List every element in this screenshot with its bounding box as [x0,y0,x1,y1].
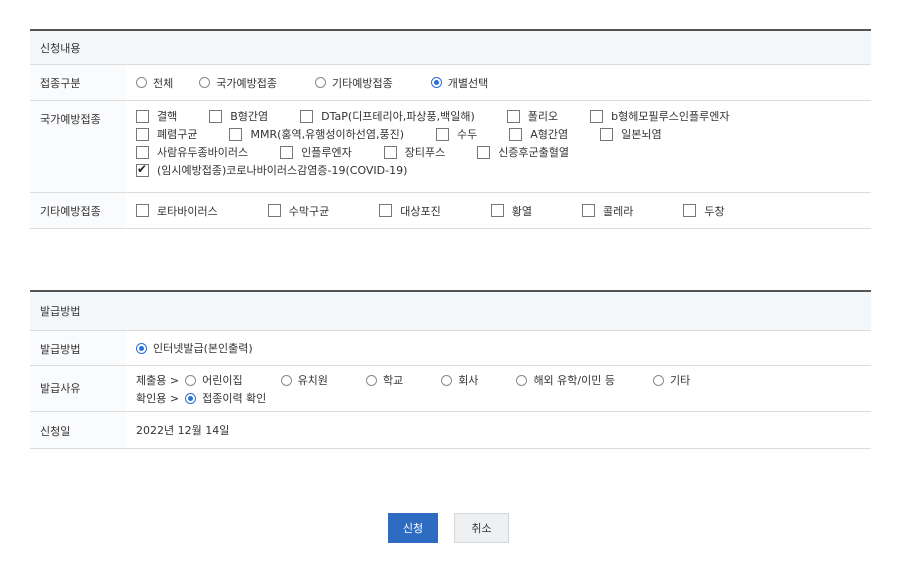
checkbox-item[interactable]: 폐렴구균 [136,126,197,142]
checkbox-item-covid19[interactable]: (임시예방접종)코로나바이러스감염증-19(COVID-19) [136,162,407,178]
vaccine-type-row: 접종구분 전체 국가예방접종 기타예방접종 개별선택 [30,65,871,101]
section-title: 발급방법 [30,292,871,331]
checkbox-item[interactable]: b형헤모필루스인플루엔자 [590,108,729,124]
radio-icon[interactable] [365,374,377,386]
radio-reason[interactable]: 해외 유학/이민 등 [516,372,615,388]
checkbox-item[interactable]: 일본뇌염 [600,126,662,142]
radio-icon[interactable] [199,77,211,88]
checkbox-item[interactable]: 폴리오 [506,108,558,124]
checkbox-item[interactable]: 인플루엔자 [280,144,352,160]
radio-national[interactable]: 국가예방접종 [199,75,277,91]
application-section: 신청내용 접종구분 전체 국가예방접종 기타예방접종 개별선택 국가예방접종 결… [30,29,871,229]
checkbox-icon[interactable] [229,127,243,141]
section-title: 신청내용 [30,31,871,65]
checkbox-icon[interactable] [490,204,504,217]
checkbox-icon[interactable] [506,109,520,123]
checkbox-item[interactable]: DTaP(디프테리아,파상풍,백일해) [300,108,475,124]
checkbox-icon[interactable] [136,127,149,141]
checkbox-icon[interactable] [600,127,614,141]
checkbox-item[interactable]: 두창 [683,203,725,219]
checkbox-icon[interactable] [136,109,149,123]
checkbox-icon[interactable] [436,127,450,141]
radio-reason[interactable]: 회사 [441,372,478,388]
national-vaccine-row: 국가예방접종 결핵 B형간염 DTaP(디프테리아,파상풍,백일해) 폴리오 b… [30,101,871,193]
checkbox-icon[interactable] [280,145,294,159]
checkbox-icon[interactable] [509,127,523,141]
checkbox-item[interactable]: 콜레라 [581,203,633,219]
radio-reason[interactable]: 기타 [652,372,690,388]
checkbox-item[interactable]: 대상포진 [379,203,441,219]
radio-icon[interactable] [441,374,453,386]
checkbox-item[interactable]: A형간염 [509,126,568,142]
checkbox-item[interactable]: MMR(홍역,유행성이하선염,풍진) [229,126,404,142]
radio-individual[interactable]: 개별선택 [430,75,488,91]
checkbox-icon[interactable] [581,204,595,217]
issue-method-row: 발급방법 인터넷발급(본인출력) [30,331,871,366]
radio-icon[interactable] [185,374,197,386]
radio-reason[interactable]: 학교 [365,372,403,388]
radio-icon[interactable] [314,77,326,88]
submit-prefix: 제출용 > [136,374,180,387]
radio-other[interactable]: 기타예방접종 [314,75,393,91]
radio-internet-issue[interactable]: 인터넷발급(본인출력) [136,340,253,356]
radio-history-confirm[interactable]: 접종이력 확인 [185,390,266,406]
checkbox-icon[interactable] [379,204,393,217]
application-date-label: 신청일 [30,412,126,448]
radio-selected-icon[interactable] [185,392,197,404]
checkbox-icon[interactable] [300,109,314,123]
other-vaccine-row: 기타예방접종 로타바이러스 수막구균 대상포진 황열 콜레라 두창 [30,193,871,229]
checkbox-item[interactable]: 신증후군출혈열 [477,144,569,160]
application-date-value: 2022년 12월 14일 [136,424,230,437]
checkbox-icon[interactable] [383,145,397,159]
checkbox-icon[interactable] [136,204,149,217]
cancel-button[interactable]: 취소 [454,513,509,543]
issue-method-label: 발급방법 [30,331,126,365]
issue-reason-label: 발급사유 [30,366,126,411]
issue-reason-row: 발급사유 제출용 > 어린이집 유치원 학교 회사 해외 유학/이민 등 기타 … [30,366,871,412]
checkbox-icon[interactable] [590,109,604,123]
radio-all[interactable]: 전체 [136,75,173,91]
radio-icon[interactable] [280,374,292,386]
national-vaccine-label: 국가예방접종 [30,101,126,192]
checkbox-icon[interactable] [267,204,281,217]
confirm-prefix: 확인용 > [136,392,180,405]
vaccine-type-label: 접종구분 [30,65,126,100]
radio-reason[interactable]: 유치원 [280,372,328,388]
checkbox-icon[interactable] [209,109,223,123]
radio-icon[interactable] [136,77,147,88]
checkbox-item[interactable]: 장티푸스 [383,144,445,160]
checkbox-icon[interactable] [683,204,697,217]
checkbox-icon[interactable] [477,145,491,159]
checkbox-item[interactable]: 결핵 [136,108,177,124]
radio-icon[interactable] [516,374,528,386]
application-date-row: 신청일 2022년 12월 14일 [30,412,871,449]
issue-section: 발급방법 발급방법 인터넷발급(본인출력) 발급사유 제출용 > 어린이집 유치… [30,290,871,449]
other-vaccine-label: 기타예방접종 [30,193,126,228]
checkbox-item[interactable]: 황열 [490,203,532,219]
radio-reason[interactable]: 어린이집 [185,372,243,388]
checkbox-item[interactable]: 수두 [436,126,477,142]
checkbox-item[interactable]: 사람유두종바이러스 [136,144,248,160]
checkbox-item[interactable]: 로타바이러스 [136,203,218,219]
checkbox-item[interactable]: B형간염 [209,108,268,124]
checkbox-checked-icon[interactable] [136,162,149,177]
checkbox-item[interactable]: 수막구균 [267,203,329,219]
submit-button[interactable]: 신청 [388,513,438,543]
radio-selected-icon[interactable] [430,77,442,88]
radio-selected-icon[interactable] [136,342,147,354]
checkbox-icon[interactable] [136,145,149,159]
radio-icon[interactable] [652,374,664,386]
